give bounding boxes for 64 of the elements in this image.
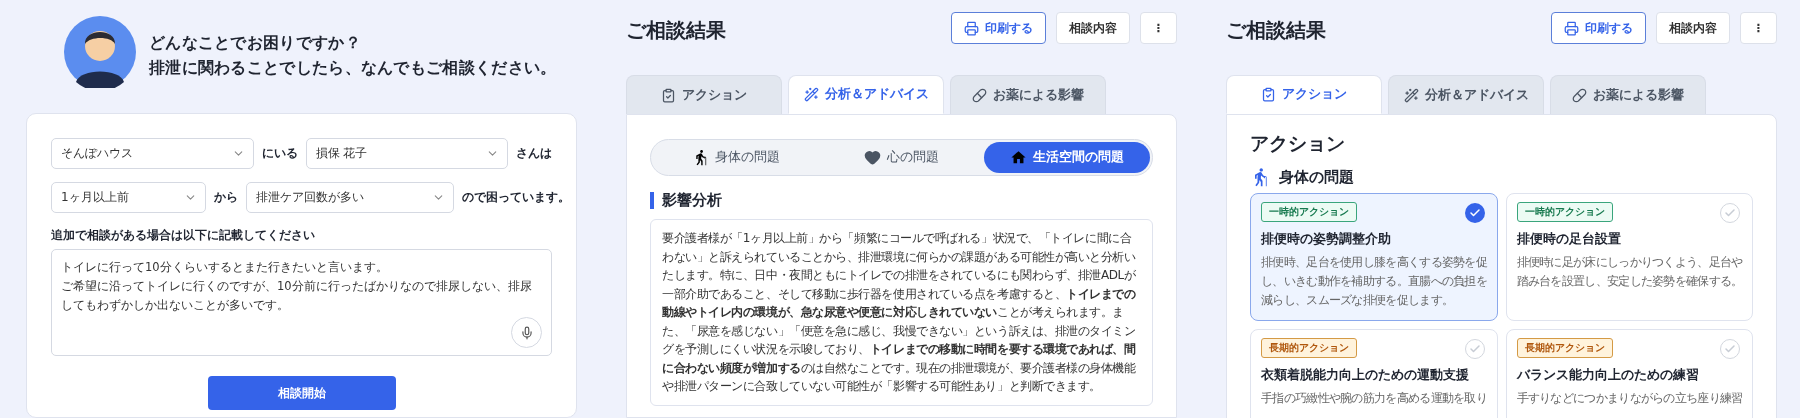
clipboard-check-icon — [661, 87, 676, 103]
action-card[interactable]: 一時的アクション 排便時の足台設置 排便時に足が床にしっかりつくよう、足台や踏み台を設置し、安定した姿勢を確保する。 — [1505, 193, 1753, 321]
greeting-text: 排泄に関わることでしたら、なんでもご相談ください。 — [149, 58, 557, 79]
analysis-paragraph: 要介護者様が「1ヶ月以上前」から「頻繁にコールで呼ばれる」状況で、「トイレに間に合わない」と訴えられていることから、排泄環境に何らかの課題がある可能性が高いと分析いたします。特に、日中・夜間ともにトイレでの排泄をされているにも関わらず、排泄ADLが一部介助であること、そして移動に歩行器を使用されている点を考慮すると、トイレまでの動線やトイレ内の環境が、急な尿意や便意に対応しきれていないことが考えられます。また、「尿意を感じない」「便意を急に感じ、我慢できない」という訴えは、排泄のタイミングを予測しにくい状況を示唆しており、トイレまでの移動に時間を要する環境であれば、間に合わない頻度が増加するのは自然なことです。現在の排泄環境が、要介護者様の身体機能や排泄パターンに合致していない可能性が「影響する可能性あり」と判断できます。 — [662, 230, 1137, 395]
avatar — [64, 16, 136, 88]
segment-tab[interactable]: 生活空間の問題 — [984, 142, 1150, 173]
action-title: 排便時の足台設置 — [1516, 230, 1622, 248]
microphone-icon — [519, 325, 534, 340]
dropdown-select[interactable]: 1ヶ月以上前 — [51, 182, 206, 213]
action-title: 排便時の姿勢調整介助 — [1261, 230, 1392, 248]
segment-tab[interactable]: 身体の問題 — [653, 142, 819, 173]
connector-text: から — [214, 189, 238, 206]
action-card[interactable]: 長期的アクション バランス能力向上のための練習 手すりなどにつかまりながらの立ち座り練習 — [1505, 329, 1753, 418]
print-button[interactable]: 印刷する — [950, 12, 1046, 44]
tab[interactable]: 分析＆アドバイス — [788, 75, 944, 114]
connector-text: さんは — [516, 145, 552, 162]
magic-wand-icon — [803, 87, 819, 102]
action-description: 排便時、足台を使用し膝を高くする姿勢を促し、いきむ動作を補助する。直腸への負担を減らし、スムーズな排便を促します。 — [1261, 254, 1488, 309]
action-description: 手すりなどにつかまりながらの立ち座り練習 — [1516, 390, 1744, 407]
page-title: ご相談結果 — [626, 17, 726, 44]
magic-wand-icon — [1403, 87, 1419, 103]
action-tag: 長期的アクション — [1516, 338, 1613, 358]
tab[interactable]: アクション — [1226, 75, 1382, 114]
microphone-button[interactable] — [511, 317, 542, 348]
section-heading: アクション — [1250, 131, 1345, 156]
category-title: 身体の問題 — [1279, 167, 1354, 187]
section-title: 影響分析 — [650, 192, 722, 209]
dropdown-select[interactable]: 損保 花子 — [305, 138, 508, 169]
action-tag: 長期的アクション — [1261, 338, 1357, 358]
action-tag: 一時的アクション — [1516, 202, 1613, 222]
header-button[interactable]: ⋮ — [1739, 12, 1777, 44]
action-description: 手指の巧緻性や腕の筋力を高める運動を取り — [1261, 390, 1488, 407]
print-button[interactable]: 印刷する — [1550, 12, 1646, 44]
connector-text: にいる — [261, 145, 298, 162]
house-icon — [1010, 149, 1028, 166]
pill-icon — [972, 87, 987, 103]
header-button[interactable]: 相談内容 — [1655, 12, 1730, 44]
connector-text: ので困っています。 — [462, 189, 570, 206]
check-icon[interactable] — [1464, 203, 1485, 223]
action-card[interactable]: 長期的アクション 衣類着脱能力向上のための運動支援 手指の巧緻性や腕の筋力を高める運動を取り — [1250, 329, 1498, 418]
printer-icon — [1563, 20, 1579, 36]
page-title: ご相談結果 — [1226, 17, 1326, 44]
action-description: 排便時に足が床にしっかりつくよう、足台や踏み台を設置し、安定した姿勢を確保する。 — [1516, 254, 1744, 290]
dropdown-select[interactable]: そんぽハウス — [51, 138, 254, 169]
submit-button[interactable]: 相談開始 — [207, 376, 396, 410]
tab[interactable]: 分析＆アドバイス — [1388, 75, 1544, 114]
heart-icon — [864, 149, 881, 166]
pill-icon — [1572, 87, 1587, 103]
action-card[interactable]: 一時的アクション 排便時の姿勢調整介助 排便時、足台を使用し膝を高くする姿勢を促し、いきむ動作を補助する。直腸への負担を減らし、スムーズな排便を促します。 — [1250, 193, 1498, 321]
tab[interactable]: お薬による影響 — [950, 75, 1106, 114]
header-button[interactable]: ⋮ — [1139, 12, 1177, 44]
header-button[interactable]: 相談内容 — [1055, 12, 1130, 44]
greeting-text: どんなことでお困りですか？ — [149, 33, 362, 54]
printer-icon — [963, 20, 979, 36]
dropdown-select[interactable]: 排泄ケア回数が多い — [246, 182, 454, 213]
action-title: 衣類着脱能力向上のための運動支援 — [1261, 366, 1470, 384]
action-title: バランス能力向上のための練習 — [1516, 366, 1700, 384]
tab[interactable]: アクション — [626, 75, 782, 114]
segment-tab[interactable]: 心の問題 — [818, 142, 985, 173]
tab[interactable]: お薬による影響 — [1550, 75, 1706, 114]
notes-label: 追加で相談がある場合は以下に記載してください — [51, 228, 316, 243]
clipboard-check-icon — [1261, 87, 1276, 102]
notes-field[interactable]: トイレに行って10分くらいするとまた行きたいと言います。 ご希望に沿ってトイレに行くのですが、10分前に行ったばかりなので排尿しない、排尿してもわずかしか出ないことが多いです。 — [51, 249, 552, 356]
action-tag: 一時的アクション — [1261, 202, 1357, 222]
